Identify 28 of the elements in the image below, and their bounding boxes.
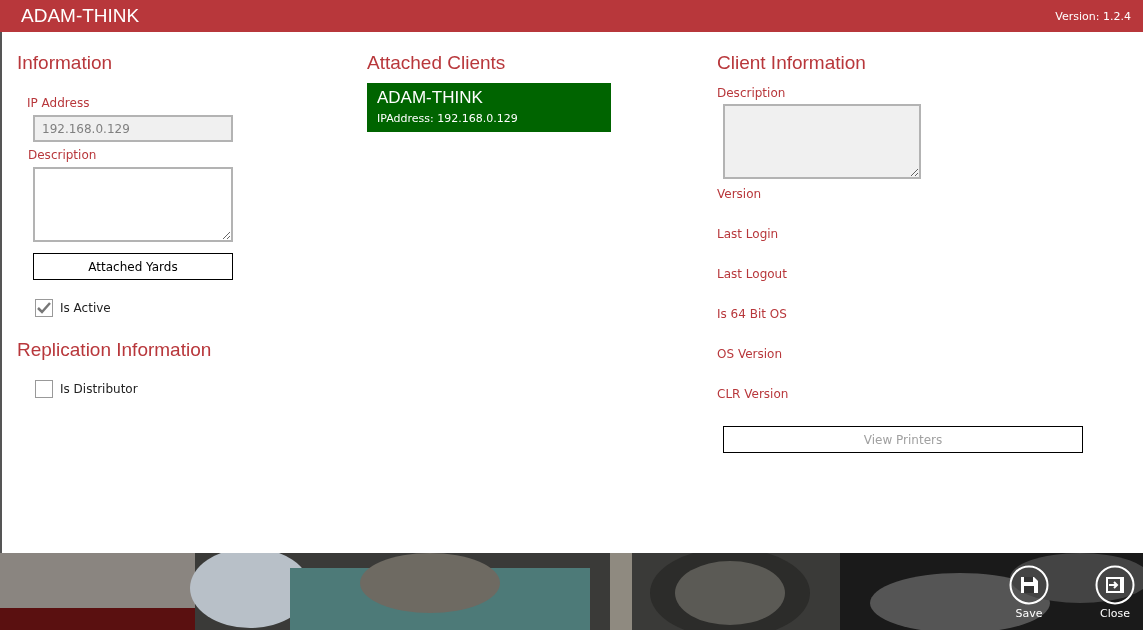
save-icon: [1009, 565, 1049, 605]
field-label: Version: [717, 187, 763, 201]
attached-yards-button[interactable]: Attached Yards: [33, 253, 233, 280]
field-label: IP Address: [27, 96, 91, 110]
section-heading: Replication Information: [17, 339, 213, 361]
field-label: CLR Version: [717, 387, 790, 401]
field-label: Last Login: [717, 227, 780, 241]
field-label: Description: [28, 148, 98, 162]
field-label: Is 64 Bit OS: [717, 307, 788, 321]
section-heading: Client Information: [717, 52, 867, 74]
field-label: Description: [717, 86, 787, 100]
section-heading: Information: [17, 52, 114, 74]
save-button[interactable]: Save: [1009, 565, 1049, 620]
checkbox-label: Is Active: [60, 301, 111, 315]
field-label: Last Logout: [717, 267, 788, 281]
client-name: ADAM-THINK: [377, 88, 484, 108]
client-tile[interactable]: ADAM-THINK IPAddress: 192.168.0.129: [367, 83, 611, 132]
checkbox[interactable]: [35, 299, 53, 317]
field-label: OS Version: [717, 347, 783, 361]
checkbox[interactable]: [35, 380, 53, 398]
version-label: Version: 1.2.4: [1055, 9, 1131, 23]
client-ip: IPAddress: 192.168.0.129: [377, 112, 519, 125]
description-field[interactable]: [33, 167, 233, 242]
window-title: ADAM-THINK: [21, 5, 140, 27]
section-heading: Attached Clients: [367, 52, 507, 74]
checkbox-label: Is Distributor: [60, 382, 138, 396]
close-button[interactable]: Close: [1095, 565, 1135, 620]
exit-icon: [1095, 565, 1135, 605]
